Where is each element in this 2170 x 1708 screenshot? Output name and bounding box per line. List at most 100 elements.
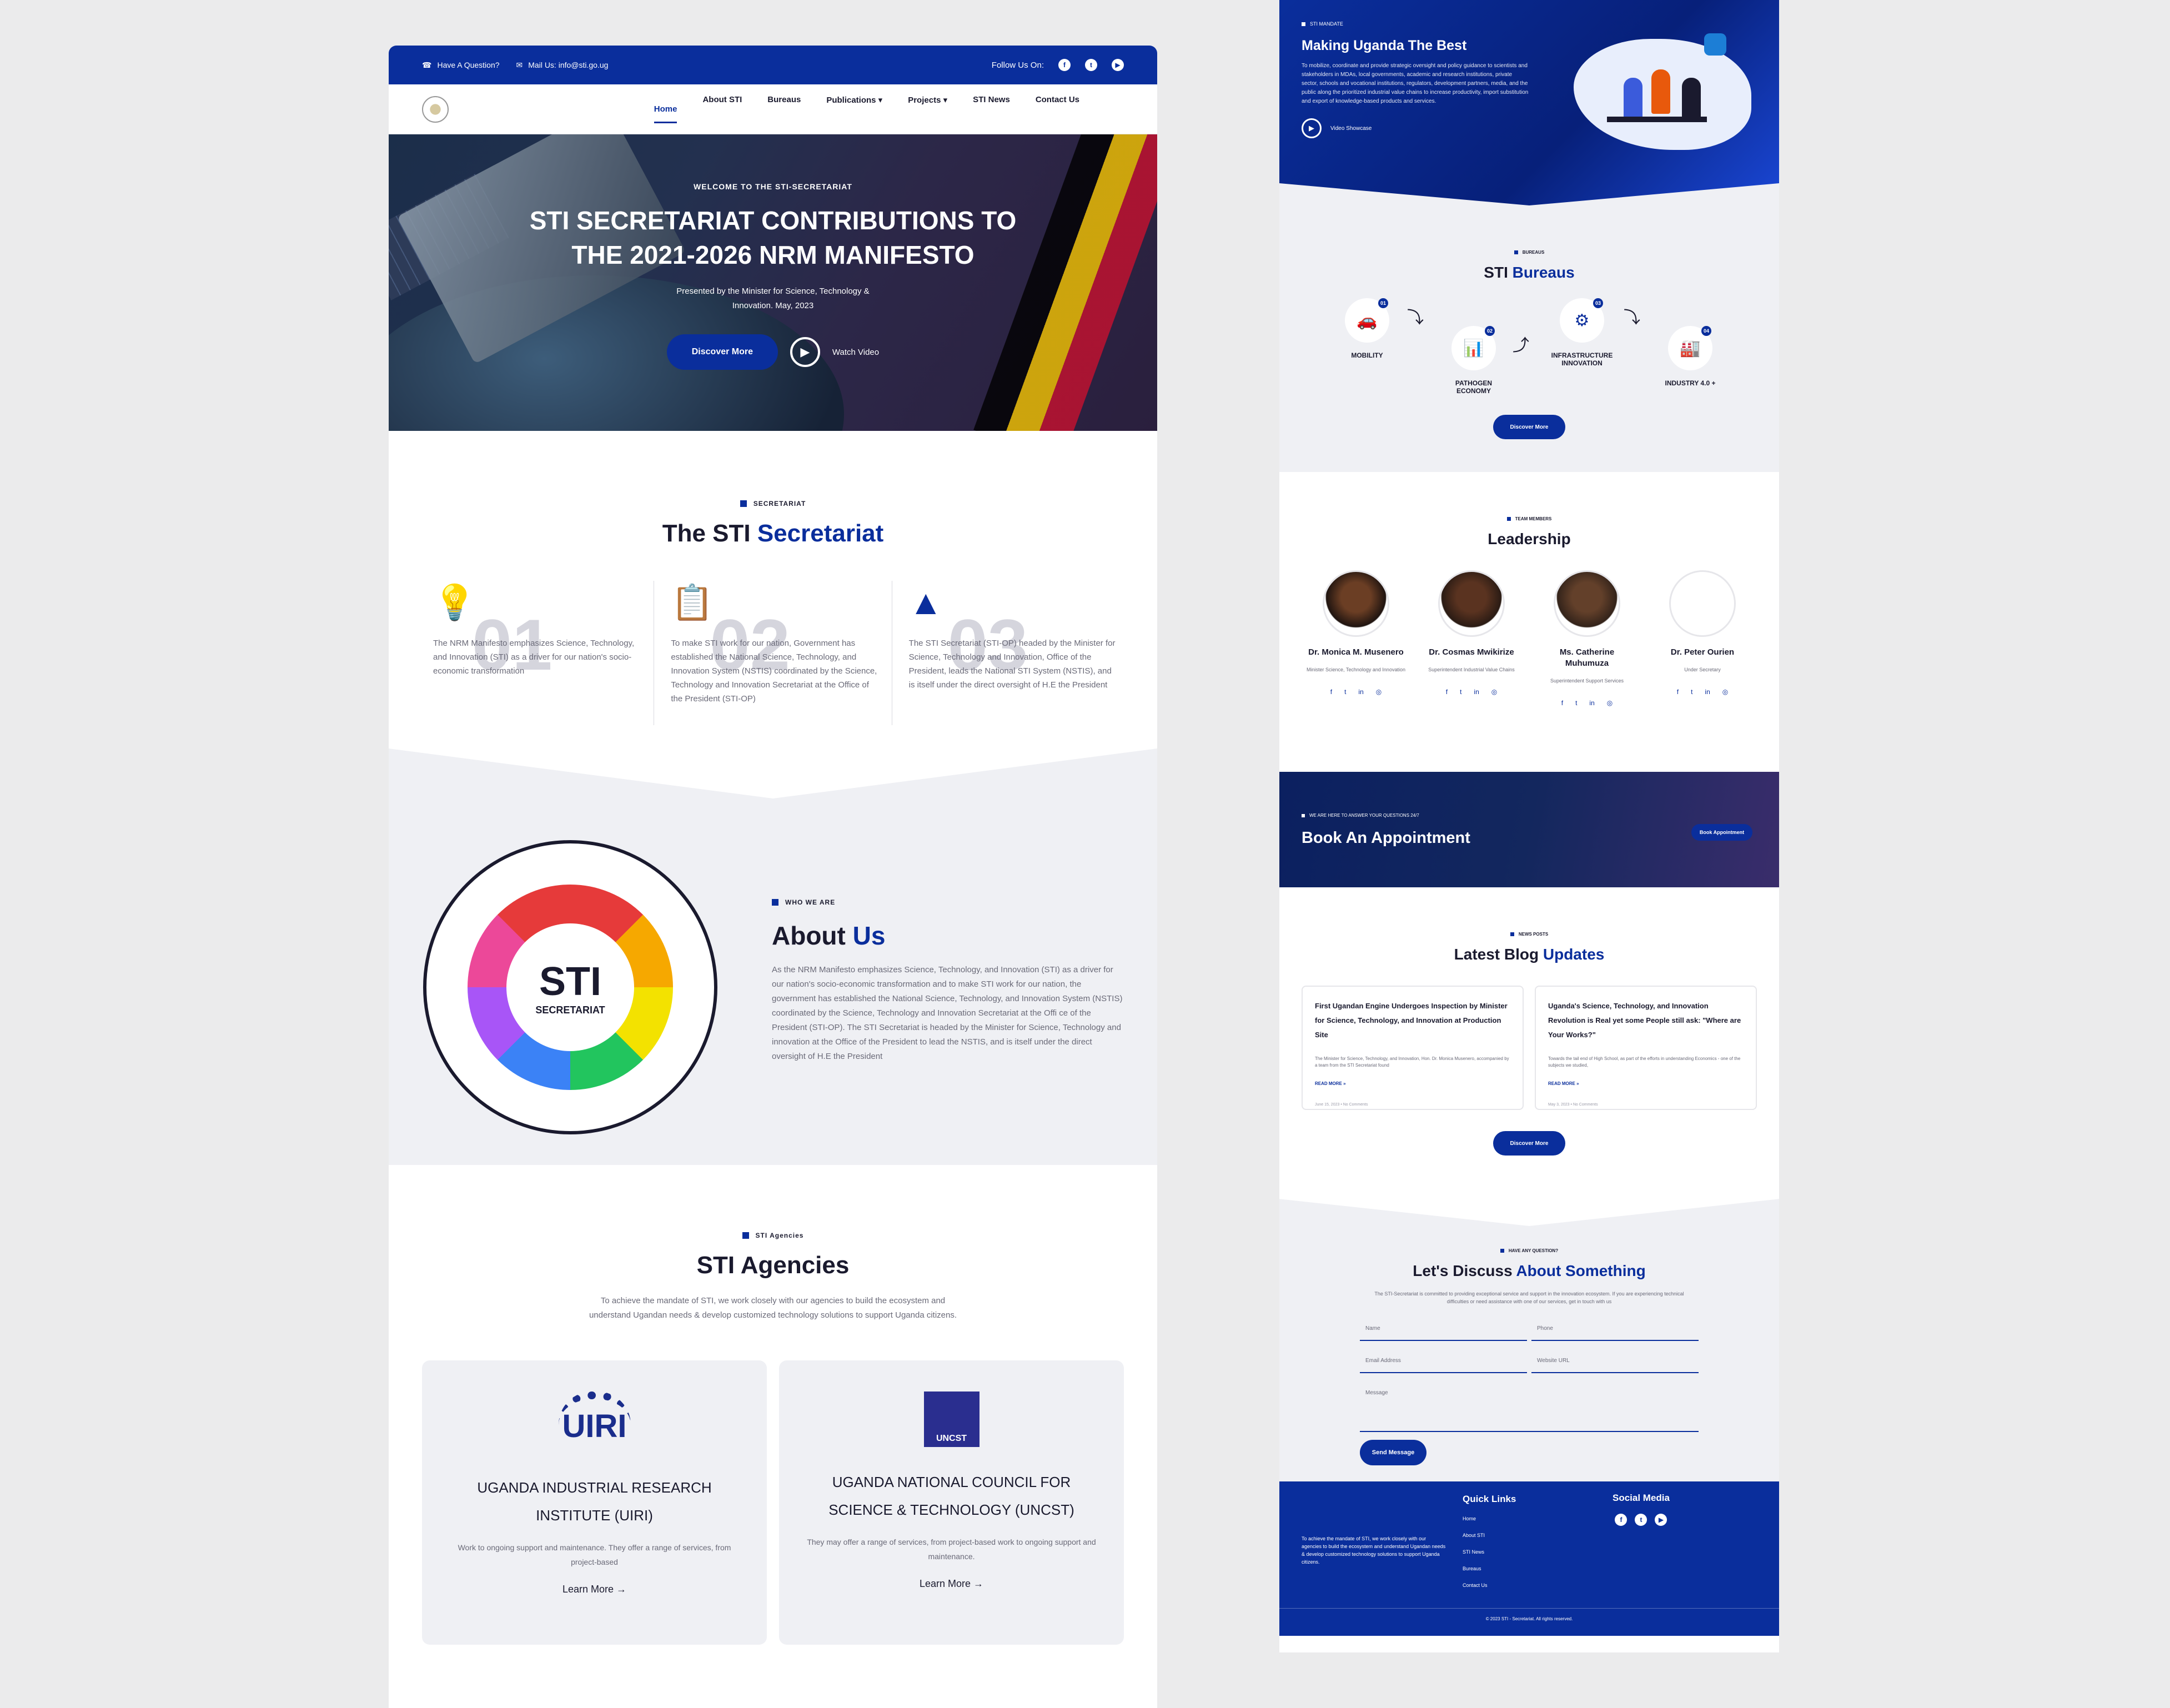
linkedin-icon[interactable]: in [1589, 699, 1594, 707]
leadership-tag: TEAM MEMBERS [1515, 516, 1552, 521]
send-message-button[interactable]: Send Message [1360, 1440, 1426, 1465]
agency-card: UIRI UGANDA INDUSTRIAL RESEARCH INSTITUT… [422, 1360, 767, 1645]
play-icon[interactable]: ▶ [790, 337, 820, 367]
learn-more-link[interactable]: Learn More → [801, 1578, 1102, 1590]
bureau-pathogen[interactable]: 📊 02 PATHOGEN ECONOMY [1440, 326, 1507, 395]
twitter-icon[interactable]: t [1691, 688, 1692, 696]
book-title: Book An Appointment [1302, 829, 1470, 847]
bureaus-flow: 🚗 01 MOBILITY ⤵ 📊 02 PATHOGEN ECONOMY ⤴ ⚙ 0… [1279, 298, 1779, 415]
facebook-icon[interactable]: f [1330, 688, 1332, 696]
bureau-industry[interactable]: 🏭 04 INDUSTRY 4.0 + [1657, 326, 1724, 387]
nav-news[interactable]: STI News [973, 95, 1010, 123]
secretariat-col: ▲ 03 The STI Secretariat (STI-OP) headed… [891, 581, 1129, 725]
facebook-icon[interactable]: f [1446, 688, 1448, 696]
play-icon[interactable]: ▶ [1302, 118, 1322, 138]
read-more-link[interactable]: READ MORE » [1548, 1081, 1744, 1086]
linkedin-icon[interactable]: in [1474, 688, 1479, 696]
nav-contact[interactable]: Contact Us [1036, 95, 1079, 123]
agencies-description: To achieve the mandate of STI, we work c… [589, 1296, 957, 1320]
hero-title: STI SECRETARIAT CONTRIBUTIONS TO THE 2021… [529, 206, 1017, 269]
car-icon: 🚗 [1357, 311, 1378, 330]
twitter-icon[interactable]: t [1344, 688, 1346, 696]
footer-link-about[interactable]: About STI [1463, 1533, 1516, 1538]
arrow-icon: ⤵ [1624, 309, 1640, 327]
team-illustration [1557, 17, 1757, 155]
twitter-icon[interactable]: t [1635, 1514, 1647, 1526]
discover-more-button[interactable]: Discover More [666, 334, 778, 370]
secretariat-title: The STI Secretariat [662, 520, 884, 547]
facebook-icon[interactable]: f [1561, 699, 1563, 707]
email-field[interactable]: Email Address [1360, 1354, 1527, 1373]
hero-subtitle: Presented by the Minister for Science, T… [676, 287, 870, 310]
uncst-logo: UNCST [923, 1391, 979, 1447]
phone-field[interactable]: Phone [1531, 1322, 1699, 1341]
contact-title: Let's Discuss About Something [1413, 1262, 1646, 1279]
twitter-icon[interactable]: t [1460, 688, 1461, 696]
nav-bureaus[interactable]: Bureaus [767, 95, 801, 123]
contact-description: The STI-Secretariat is committed to prov… [1374, 1291, 1684, 1304]
bureaus-section: BUREAUS STI Bureaus 🚗 01 MOBILITY ⤵ 📊 02 P… [1279, 183, 1779, 472]
watch-video-link[interactable]: Watch Video [832, 348, 879, 357]
blog-tag: NEWS POSTS [1518, 932, 1549, 937]
linkedin-icon[interactable]: in [1705, 688, 1710, 696]
name-field[interactable]: Name [1360, 1322, 1527, 1341]
footer-link-bureaus[interactable]: Bureaus [1463, 1566, 1516, 1571]
facebook-icon[interactable]: f [1058, 59, 1071, 71]
secretariat-tag: SECRETARIAT [753, 500, 806, 508]
video-showcase-link[interactable]: Video Showcase [1330, 125, 1372, 132]
facebook-icon[interactable]: f [1615, 1514, 1628, 1526]
uiri-logo: UIRI [558, 1391, 631, 1453]
blog-post-card[interactable]: Uganda's Science, Technology, and Innova… [1535, 986, 1757, 1110]
nav-projects[interactable]: Projects ▾ [908, 95, 947, 123]
instagram-icon[interactable]: ◎ [1491, 688, 1497, 696]
mandate-banner: STI MANDATE Making Uganda The Best To mo… [1279, 0, 1779, 205]
footer-link-home[interactable]: Home [1463, 1516, 1516, 1521]
shapes-icon: ▲ [908, 584, 943, 622]
book-appointment-button[interactable]: Book Appointment [1691, 824, 1752, 841]
mail-item[interactable]: ✉ Mail Us: info@sti.go.ug [516, 61, 609, 70]
bureaus-discover-button[interactable]: Discover More [1493, 415, 1565, 439]
blog-post-card[interactable]: First Ugandan Engine Undergoes Inspectio… [1302, 986, 1524, 1110]
main-nav: Home About STI Bureaus Publications ▾ Pr… [654, 95, 1079, 123]
facebook-icon[interactable]: f [1677, 688, 1679, 696]
social-media: Social Media f t ▶ [1613, 1493, 1670, 1526]
secretariat-col: 📋 02 To make STI work for our nation, Go… [654, 581, 891, 725]
footer-link-news[interactable]: STI News [1463, 1549, 1516, 1555]
nav-home[interactable]: Home [654, 104, 677, 123]
read-more-link[interactable]: READ MORE » [1315, 1081, 1510, 1086]
learn-more-link[interactable]: Learn More → [444, 1584, 745, 1595]
youtube-icon[interactable]: ▶ [1112, 59, 1124, 71]
coat-of-arms-logo[interactable] [422, 96, 449, 123]
leader-card: Dr. Peter Ourien Under Secretary f t in ◎ [1652, 570, 1752, 707]
message-field[interactable]: Message [1360, 1387, 1699, 1432]
follow-us: Follow Us On: f t ▶ [992, 59, 1124, 71]
twitter-icon[interactable]: t [1575, 699, 1577, 707]
twitter-icon[interactable]: t [1085, 59, 1097, 71]
website-field[interactable]: Website URL [1531, 1354, 1699, 1373]
bureau-infrastructure[interactable]: ⚙ 03 INFRASTRUCTURE INNOVATION [1549, 298, 1615, 367]
instagram-icon[interactable]: ◎ [1607, 699, 1613, 707]
footer-about: To achieve the mandate of STI, we work c… [1302, 1536, 1446, 1565]
bureau-mobility[interactable]: 🚗 01 MOBILITY [1334, 298, 1400, 359]
youtube-icon[interactable]: ▶ [1655, 1514, 1667, 1526]
top-bar: ☎ Have A Question? ✉ Mail Us: info@sti.go.… [389, 46, 1157, 84]
mandate-tag: STI MANDATE [1310, 21, 1343, 27]
instagram-icon[interactable]: ◎ [1376, 688, 1382, 696]
chart-icon: 📊 [1463, 339, 1484, 358]
about-section: STI SECRETARIAT WHO WE ARE About Us As t… [389, 748, 1157, 1165]
hero-tag: WELCOME TO THE STI-SECRETARIAT [694, 182, 852, 191]
nav-about[interactable]: About STI [702, 95, 742, 123]
book-appointment-banner: WE ARE HERE TO ANSWER YOUR QUESTIONS 24/… [1279, 772, 1779, 887]
question-item[interactable]: ☎ Have A Question? [422, 61, 500, 70]
nav-publications[interactable]: Publications ▾ [826, 95, 882, 123]
about-text: As the NRM Manifesto emphasizes Science,… [772, 965, 1123, 1061]
blog-discover-button[interactable]: Discover More [1493, 1131, 1565, 1156]
instagram-icon[interactable]: ◎ [1722, 688, 1728, 696]
bureaus-title: STI Bureaus [1484, 264, 1575, 281]
about-title: About Us [772, 921, 886, 950]
gear-icon: ⚙ [1574, 311, 1590, 330]
footer-link-contact[interactable]: Contact Us [1463, 1583, 1516, 1588]
secretariat-col: 💡 01 The NRM Manifesto emphasizes Scienc… [416, 581, 654, 725]
contact-section: HAVE ANY QUESTION? Let's Discuss About S… [1279, 1193, 1779, 1481]
linkedin-icon[interactable]: in [1358, 688, 1363, 696]
